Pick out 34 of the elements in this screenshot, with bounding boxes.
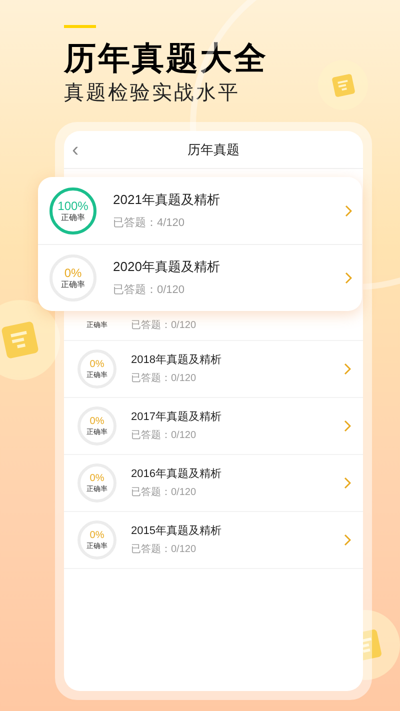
accuracy-percent: 0% — [90, 416, 104, 428]
chevron-right-icon — [344, 534, 351, 546]
accuracy-percent: 0% — [64, 266, 82, 280]
chevron-right-icon — [345, 204, 352, 216]
exam-title: 2018年真题及精析 — [131, 353, 222, 367]
answered-count: 已答题：0/120 — [131, 429, 198, 442]
chevron-right-icon — [344, 420, 351, 432]
exam-title: 2020年真题及精析 — [113, 259, 221, 275]
exam-row[interactable]: 100% 正确率 2021年真题及精析 已答题：4/120 — [38, 177, 362, 244]
answered-count: 已答题：0/120 — [131, 543, 198, 556]
answered-count: 已答题：4/120 — [113, 216, 186, 230]
accent-bar — [64, 25, 96, 28]
accuracy-percent: 0% — [90, 472, 104, 484]
answered-count: 已答题：0/120 — [131, 372, 198, 385]
headline-subtitle: 真题检验实战水平 — [64, 81, 240, 106]
answered-count: 已答题：0/120 — [113, 283, 186, 297]
accuracy-label: 正确率 — [61, 280, 85, 290]
exam-row[interactable]: 0% 正确率 2020年真题及精析 已答题：0/120 — [38, 244, 362, 311]
accuracy-percent: 0% — [90, 358, 104, 370]
screen-title: 历年真题 — [188, 140, 240, 159]
chevron-right-icon — [344, 363, 351, 375]
chevron-right-icon — [344, 477, 351, 489]
answered-count: 已答题：0/120 — [131, 319, 196, 332]
exam-title: 2021年真题及精析 — [113, 192, 221, 208]
exam-title: 2017年真题及精析 — [131, 410, 222, 424]
back-button[interactable]: ‹ — [72, 140, 79, 160]
exam-title: 2016年真题及精析 — [131, 467, 222, 481]
answered-count: 已答题：0/120 — [131, 486, 198, 499]
exam-title: 2015年真题及精析 — [131, 524, 222, 538]
accuracy-percent: 100% — [58, 198, 88, 212]
headline-title: 历年真题大全 — [64, 39, 268, 78]
accuracy-label: 正确率 — [61, 212, 85, 222]
accuracy-percent: 0% — [90, 530, 104, 542]
chevron-right-icon — [345, 272, 352, 284]
